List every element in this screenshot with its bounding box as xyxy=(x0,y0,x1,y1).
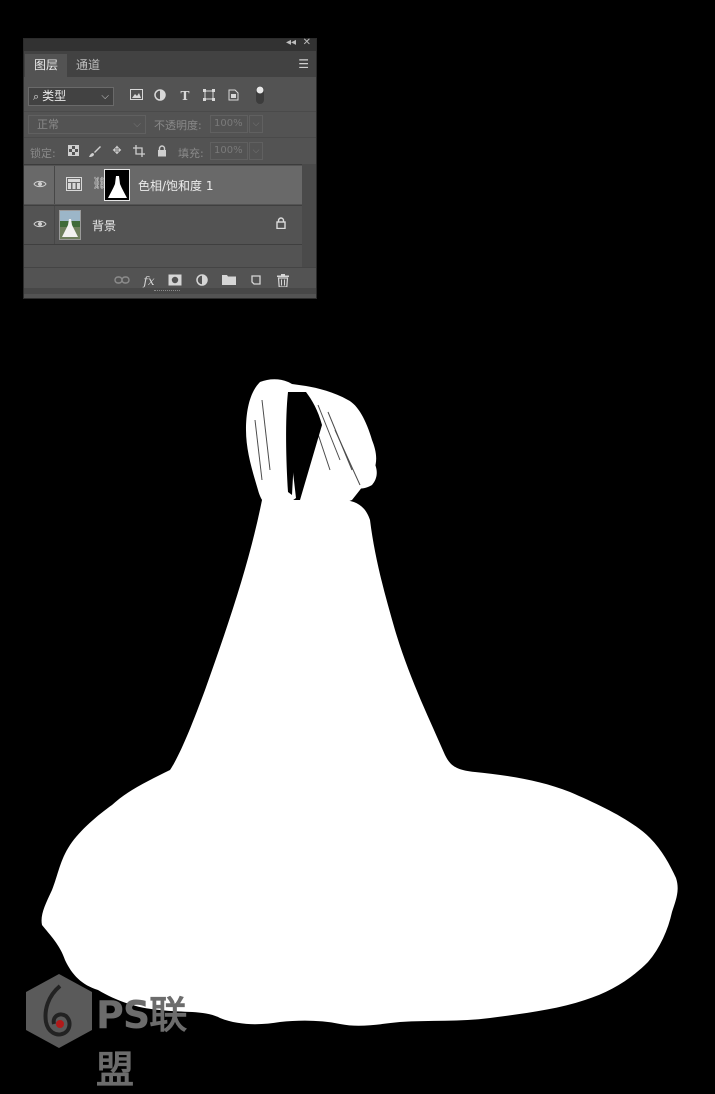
chevron-down-icon: ⌵ xyxy=(133,119,141,130)
panel-tabs: 图层 通道 ☰ xyxy=(24,51,316,77)
search-icon: ⌕ xyxy=(33,90,40,103)
panel-titlebar: ◂◂ ✕ xyxy=(24,37,316,51)
link-icon[interactable] xyxy=(114,274,130,288)
layer-row-background[interactable]: 背景 xyxy=(24,205,302,245)
lock-position-icon[interactable]: ✥ xyxy=(111,145,123,157)
lock-transparent-icon[interactable] xyxy=(67,145,79,157)
layers-list: ⛓ 色相/饱和度 1 背景 xyxy=(24,164,302,268)
layer-thumbnail[interactable] xyxy=(59,210,81,240)
divider xyxy=(54,206,55,244)
filter-toggle-icon[interactable] xyxy=(253,85,267,107)
hue-saturation-adjustment-icon xyxy=(66,177,82,191)
layer-filter-select[interactable]: ⌕ 类型 ⌵ xyxy=(28,87,114,106)
watermark-text: PS联盟 xyxy=(96,993,187,1092)
visibility-eye-icon[interactable] xyxy=(33,219,47,229)
lock-paint-icon[interactable] xyxy=(89,145,101,157)
new-layer-icon[interactable] xyxy=(248,274,264,288)
opacity-dropdown[interactable]: ⌵ xyxy=(249,115,263,133)
visibility-eye-icon[interactable] xyxy=(33,179,47,189)
panel-menu-icon[interactable]: ☰ xyxy=(298,57,309,71)
lock-all-icon[interactable] xyxy=(156,145,168,157)
folder-icon[interactable] xyxy=(221,274,237,288)
blend-mode-label: 正常 xyxy=(37,118,59,131)
collapse-icon[interactable]: ◂◂ xyxy=(286,37,296,48)
layer-name[interactable]: 背景 xyxy=(92,217,116,234)
lock-label: 锁定: xyxy=(30,147,56,160)
blend-row: 正常 ⌵ 不透明度: 100% ⌵ xyxy=(24,111,316,138)
image-filter-icon[interactable] xyxy=(129,89,143,103)
divider xyxy=(54,166,55,204)
layers-scrollbar[interactable] xyxy=(302,164,316,267)
layer-mask-thumbnail[interactable] xyxy=(104,169,130,201)
opacity-input[interactable]: 100% xyxy=(210,115,248,133)
layer-name[interactable]: 色相/饱和度 1 xyxy=(138,177,214,194)
shape-filter-icon[interactable] xyxy=(202,89,216,103)
text-filter-icon[interactable]: T xyxy=(178,89,192,103)
fill-label: 填充: xyxy=(178,147,204,160)
layers-footer-toolbar: fx xyxy=(24,267,316,294)
chevron-down-icon: ⌵ xyxy=(101,91,109,102)
adjustment-icon[interactable] xyxy=(194,274,210,288)
smart-object-filter-icon[interactable] xyxy=(226,89,240,103)
opacity-label: 不透明度: xyxy=(154,119,202,132)
mask-icon[interactable] xyxy=(167,274,183,288)
tab-channels[interactable]: 通道 xyxy=(67,54,109,77)
ps-logo-icon xyxy=(26,974,92,1048)
close-icon[interactable]: ✕ xyxy=(303,37,311,48)
watermark-logo: PS联盟 xyxy=(22,972,212,1092)
filter-label: 类型 xyxy=(42,89,67,103)
blend-mode-select[interactable]: 正常 ⌵ xyxy=(28,115,146,134)
tab-layers[interactable]: 图层 xyxy=(25,54,68,77)
fill-dropdown[interactable]: ⌵ xyxy=(249,142,263,160)
layer-lock-icon xyxy=(276,217,286,232)
layers-panel: ◂◂ ✕ 图层 通道 ☰ ⌕ 类型 ⌵ T 正常 ⌵ 不透明度: 100% ⌵ … xyxy=(23,37,317,299)
lock-artboard-icon[interactable] xyxy=(133,145,145,157)
adjustment-filter-icon[interactable] xyxy=(153,89,167,103)
filter-row: ⌕ 类型 ⌵ T xyxy=(24,83,316,111)
layer-row-hue-saturation[interactable]: ⛓ 色相/饱和度 1 xyxy=(24,166,302,204)
panel-resize-grip[interactable] xyxy=(24,288,316,294)
fill-input[interactable]: 100% xyxy=(210,142,248,160)
lock-row: 锁定: ✥ 填充: 100% ⌵ xyxy=(24,137,316,165)
trash-icon[interactable] xyxy=(275,274,291,288)
fx-icon[interactable]: fx xyxy=(141,274,157,288)
